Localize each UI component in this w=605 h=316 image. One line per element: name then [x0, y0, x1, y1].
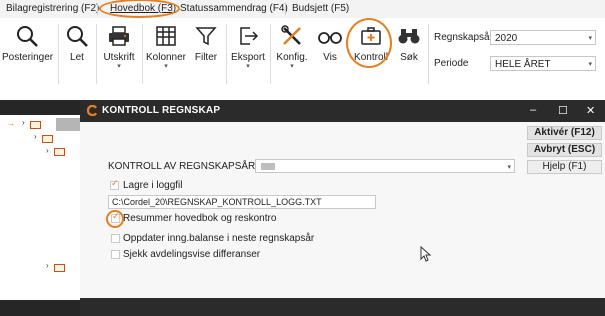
- kolonner-button[interactable]: Kolonner ▾: [144, 22, 188, 86]
- tab-statussammendrag[interactable]: Statussammendrag (F4): [180, 3, 288, 14]
- folder-icon[interactable]: [30, 121, 41, 129]
- folder-icon[interactable]: [54, 148, 65, 156]
- app-logo-icon: [87, 105, 98, 116]
- vis-button[interactable]: Vis: [312, 22, 348, 86]
- utskrift-button[interactable]: Utskrift ▾: [98, 22, 140, 86]
- sjekk-avdeling-label: Sjekk avdelingsvise differanser: [123, 249, 261, 260]
- logfile-path-input[interactable]: C:\Cordel_20\REGNSKAP_KONTROLL_LOGG.TXT: [108, 195, 376, 209]
- lagre-loggfil-checkbox[interactable]: ✓: [110, 178, 119, 190]
- ribbon-toolbar: Posteringer Let Utskrift ▾ Kolonner ▾ Fi…: [0, 18, 605, 102]
- chevron-down-icon[interactable]: ›: [46, 261, 49, 270]
- help-button[interactable]: Hjelp (F1): [527, 160, 602, 174]
- chevron-down-icon[interactable]: ›: [46, 146, 49, 155]
- let-button[interactable]: Let: [60, 22, 94, 86]
- binoculars-icon: [398, 29, 420, 44]
- section-label: KONTROLL AV REGNSKAPSÅR: [108, 161, 256, 172]
- folder-icon[interactable]: [54, 264, 65, 272]
- regnskapsar-dialog-select[interactable]: ▾: [255, 159, 515, 173]
- arrow-icon: →: [6, 118, 15, 128]
- dialog-footer: [80, 298, 605, 316]
- menu-tab-bar: Bilagregistrering (F2) Hovedbok (F3) Sta…: [0, 0, 605, 19]
- periode-label: Periode: [434, 58, 469, 69]
- eksport-button[interactable]: Eksport ▾: [228, 22, 268, 86]
- funnel-icon: [195, 27, 217, 46]
- chevron-down-icon: ▾: [507, 164, 511, 171]
- close-icon[interactable]: ✕: [586, 104, 595, 117]
- lagre-loggfil-label: Lagre i loggfil: [123, 180, 183, 191]
- tree-item-redacted: [56, 118, 80, 131]
- tab-bilagregistrering[interactable]: Bilagregistrering (F2): [6, 3, 99, 14]
- posteringer-button[interactable]: Posteringer: [2, 22, 53, 86]
- dialog-title: KONTROLL REGNSKAP: [102, 105, 221, 116]
- check-icon: ✓: [111, 178, 119, 188]
- periode-select[interactable]: HELE ÅRET ▾: [490, 56, 596, 71]
- chevron-down-icon: ▾: [588, 35, 592, 42]
- magnifier-icon: [67, 26, 88, 47]
- chevron-down-icon[interactable]: ›: [34, 132, 37, 141]
- kontroll-highlight-circle: [346, 18, 392, 68]
- sok-button[interactable]: Søk: [392, 22, 426, 86]
- folder-icon[interactable]: [42, 135, 53, 143]
- cancel-button[interactable]: Avbryt (ESC): [527, 143, 602, 157]
- tab-budsjett[interactable]: Budsjett (F5): [292, 3, 349, 14]
- sjekk-avdeling-checkbox[interactable]: [111, 250, 120, 259]
- columns-grid-icon: [156, 26, 176, 46]
- regnskapsar-select[interactable]: 2020 ▾: [490, 30, 596, 45]
- activate-button[interactable]: Aktivér (F12): [527, 126, 602, 140]
- tree-panel: → › › › ›: [0, 115, 80, 300]
- magnifier-icon: [17, 26, 38, 47]
- chevron-down-icon: ▾: [588, 61, 592, 68]
- kontroll-regnskap-dialog: KONTROLL REGNSKAP – ☐ ✕ Aktivér (F12) Av…: [80, 100, 605, 316]
- tools-icon: [281, 25, 301, 45]
- maximize-icon[interactable]: ☐: [558, 104, 568, 117]
- mouse-cursor-icon: [420, 246, 432, 262]
- oppdater-checkbox[interactable]: [111, 234, 120, 243]
- glasses-icon: [318, 32, 342, 44]
- chevron-down-icon[interactable]: ›: [22, 118, 25, 127]
- filter-button[interactable]: Filter: [188, 22, 224, 86]
- tab-divider: [285, 3, 286, 15]
- printer-icon: [109, 26, 129, 46]
- resummer-highlight-circle: [106, 210, 124, 228]
- konfig-button[interactable]: Konfig. ▾: [272, 22, 312, 86]
- regnskapsar-label: Regnskapsår: [434, 32, 493, 43]
- dialog-titlebar: KONTROLL REGNSKAP – ☐ ✕: [80, 100, 605, 122]
- redacted-value: [261, 163, 275, 170]
- oppdater-label: Oppdater inng.balanse i neste regnskapså…: [123, 233, 315, 244]
- resummer-label: Resummer hovedbok og reskontro: [123, 213, 277, 224]
- tab-divider: [97, 3, 98, 15]
- export-icon: [240, 27, 259, 45]
- minimize-icon[interactable]: –: [530, 104, 536, 116]
